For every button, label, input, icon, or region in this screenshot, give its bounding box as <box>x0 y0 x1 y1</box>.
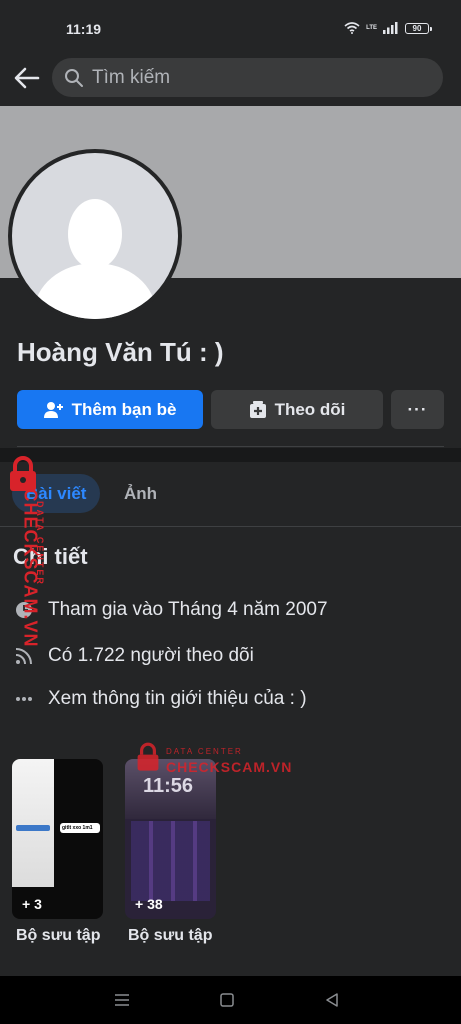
more-button[interactable]: ··· <box>391 390 444 429</box>
signal-icon <box>383 22 398 34</box>
add-friend-icon <box>43 401 63 418</box>
home-icon <box>220 993 234 1007</box>
add-friend-label: Thêm bạn bè <box>71 399 177 419</box>
network-type: LTE <box>366 25 377 31</box>
recent-apps-button[interactable] <box>114 992 130 1008</box>
status-icons: LTE 90 <box>344 22 432 34</box>
watermark-brand: CHECKSCAM.VN <box>166 759 293 775</box>
collection-count: + 38 <box>135 896 163 912</box>
default-avatar-icon <box>12 153 178 319</box>
lock-icon <box>137 742 159 771</box>
followers-text: Có 1.722 người theo dõi <box>48 645 254 666</box>
status-bar: 11:19 LTE 90 <box>0 0 461 52</box>
search-icon <box>65 68 83 87</box>
add-friend-button[interactable]: Thêm bạn bè <box>17 390 203 429</box>
menu-icon <box>115 994 129 1006</box>
follow-icon <box>249 400 266 418</box>
detail-about[interactable]: Xem thông tin giới thiệu của : ) <box>14 688 307 710</box>
dots-icon <box>14 689 34 709</box>
more-icon: ··· <box>407 399 428 419</box>
tab-divider <box>0 526 461 527</box>
search-input[interactable]: Tìm kiếm <box>52 58 443 97</box>
avatar-head <box>68 199 122 269</box>
tab-photos[interactable]: Ảnh <box>110 474 171 513</box>
search-placeholder: Tìm kiếm <box>92 66 171 88</box>
collection-preview-button <box>16 825 50 831</box>
collection-preview-text: 11:56 <box>143 775 194 797</box>
watermark: DATA CENTER CHECKSCAM.VN <box>136 742 296 778</box>
follow-label: Theo dõi <box>274 399 346 419</box>
detail-followers[interactable]: Có 1.722 người theo dõi <box>14 645 254 667</box>
system-back-button[interactable] <box>324 992 340 1008</box>
home-button[interactable] <box>219 992 235 1008</box>
collection-label: Bộ sưu tập <box>16 927 101 944</box>
status-time: 11:19 <box>66 21 102 37</box>
collection-label: Bộ sưu tập <box>128 927 213 944</box>
follow-button[interactable]: Theo dõi <box>211 390 383 429</box>
collection-card[interactable]: 11:56 + 38 <box>125 759 216 919</box>
about-text: Xem thông tin giới thiệu của : ) <box>48 688 307 709</box>
top-nav: Tìm kiếm <box>0 52 461 106</box>
detail-joined: Tham gia vào Tháng 4 năm 2007 <box>14 599 328 621</box>
collection-card[interactable]: gitlt xxo 1m1 + 3 <box>12 759 103 919</box>
collection-count: + 3 <box>22 896 42 912</box>
system-nav-bar <box>0 976 461 1024</box>
back-triangle-icon <box>326 993 338 1007</box>
watermark-tagline: DATA CENTER <box>35 501 45 586</box>
collection-preview-grid <box>131 821 210 901</box>
collection-preview-text: gitlt xxo 1m1 <box>60 823 100 833</box>
profile-name: Hoàng Văn Tú : ) <box>17 337 224 367</box>
back-button[interactable] <box>10 61 44 95</box>
joined-text: Tham gia vào Tháng 4 năm 2007 <box>48 599 328 620</box>
back-arrow-icon <box>14 67 40 89</box>
avatar[interactable] <box>8 149 182 323</box>
battery-icon: 90 <box>405 22 432 34</box>
avatar-body <box>34 263 156 319</box>
collection-preview <box>12 759 54 887</box>
divider <box>17 446 444 447</box>
lock-icon <box>10 456 36 491</box>
wifi-icon <box>344 22 360 34</box>
watermark: CHECKSCAM.VN DATA CENTER <box>4 456 48 676</box>
watermark-tagline: DATA CENTER <box>166 747 243 756</box>
